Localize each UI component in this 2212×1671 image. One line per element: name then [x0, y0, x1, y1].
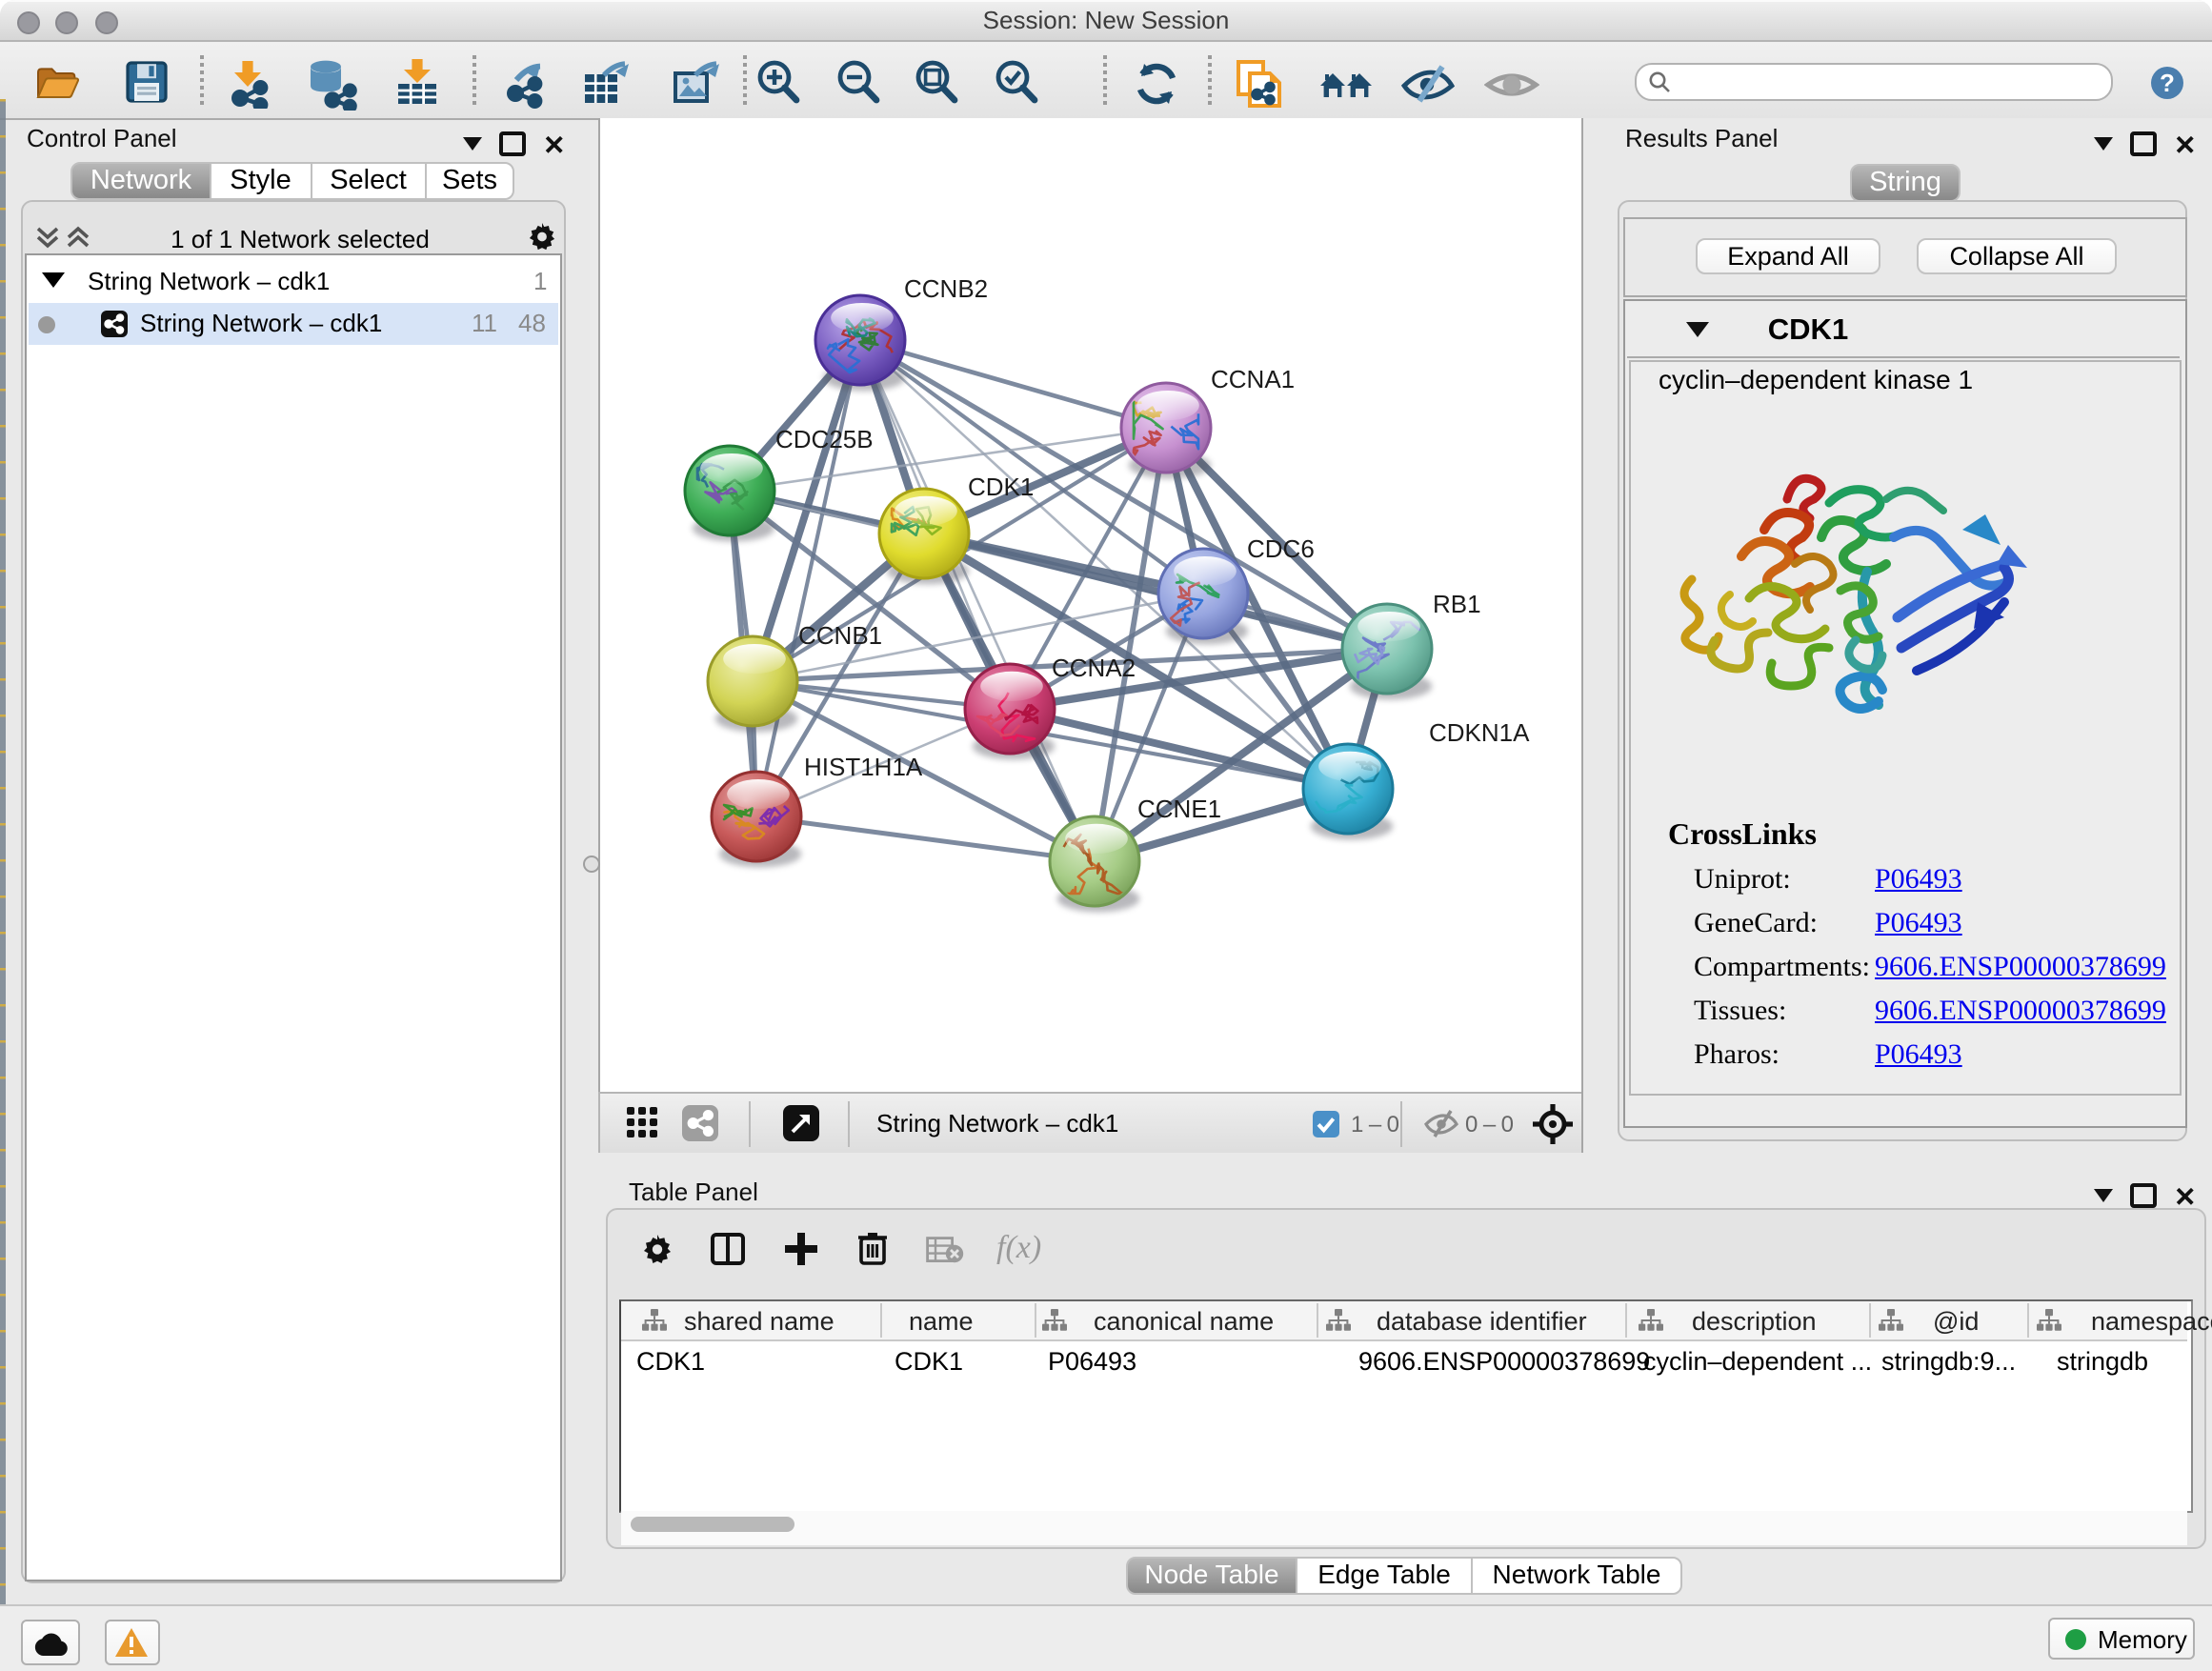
svg-text:CDK1: CDK1 [968, 473, 1034, 501]
svg-text:RB1: RB1 [1433, 590, 1481, 618]
svg-text:CCNE1: CCNE1 [1137, 795, 1221, 823]
svg-text:HIST1H1A: HIST1H1A [804, 753, 923, 781]
svg-text:CDC25B: CDC25B [775, 425, 874, 453]
svg-text:CCNB1: CCNB1 [798, 621, 882, 650]
svg-text:CDC6: CDC6 [1247, 534, 1315, 563]
svg-text:CDKN1A: CDKN1A [1429, 718, 1530, 747]
svg-text:CCNA1: CCNA1 [1211, 365, 1295, 393]
svg-text:CCNA2: CCNA2 [1052, 654, 1136, 682]
svg-text:CCNB2: CCNB2 [904, 274, 988, 303]
